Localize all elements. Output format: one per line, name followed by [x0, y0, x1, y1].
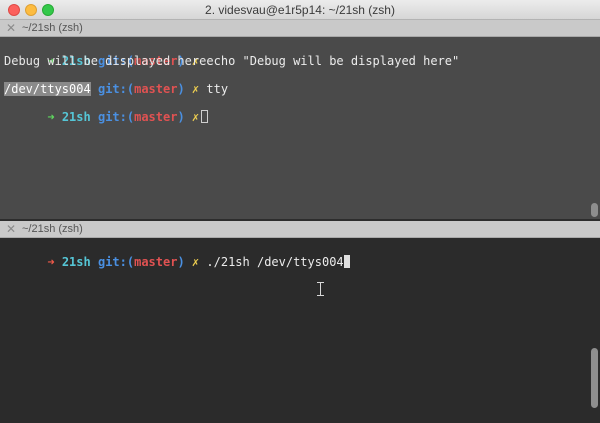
close-window-button[interactable]: [8, 4, 20, 16]
top-pane-tab[interactable]: ✕ ~/21sh (zsh): [0, 20, 600, 37]
prompt-git-close: ): [177, 255, 185, 269]
terminal-window: 2. videsvau@e1r5p14: ~/21sh (zsh) ✕ ~/21…: [0, 0, 600, 423]
prompt-line: ➜ 21sh git:(master) ✗ echo "Debug will b…: [4, 40, 459, 68]
inactive-cursor: [201, 110, 209, 123]
prompt-branch: master: [134, 82, 178, 96]
prompt-git-close: ): [177, 110, 185, 124]
prompt-line: ➜ 21sh git:(master) ✗: [4, 96, 209, 124]
minimize-window-button[interactable]: [25, 4, 37, 16]
selected-output-text[interactable]: /dev/ttys004: [4, 82, 91, 96]
prompt-arrow-icon: ➜: [47, 255, 55, 269]
prompt-git: git:(: [97, 110, 135, 124]
text-cursor-ibeam-icon: [317, 282, 324, 296]
dirty-mark-icon: ✗: [191, 110, 200, 124]
prompt-line: ➜ 21sh git:(master) ✗ ./21sh /dev/ttys00…: [4, 241, 350, 269]
top-pane-scrollbar[interactable]: [591, 203, 598, 217]
prompt-git: git:(: [97, 255, 135, 269]
prompt-dir: 21sh: [61, 110, 91, 124]
close-icon[interactable]: ✕: [6, 222, 16, 236]
bottom-terminal-pane[interactable]: ➜ 21sh git:(master) ✗ ./21sh /dev/ttys00…: [0, 238, 600, 423]
close-icon[interactable]: ✕: [6, 21, 16, 35]
command-text: tty: [206, 82, 229, 96]
window-title: 2. videsvau@e1r5p14: ~/21sh (zsh): [205, 3, 395, 17]
prompt-arrow-icon: ➜: [47, 110, 55, 124]
bottom-pane-scrollbar[interactable]: [591, 348, 598, 408]
top-pane-tab-label: ~/21sh (zsh): [22, 22, 83, 34]
command-text: ./21sh /dev/ttys004: [206, 255, 344, 269]
title-bar: 2. videsvau@e1r5p14: ~/21sh (zsh): [0, 0, 600, 20]
output-line: /dev/ttys004: [4, 82, 91, 96]
command-text: echo "Debug will be displayed here": [206, 54, 460, 68]
dirty-mark-icon: ✗: [191, 82, 200, 96]
dirty-mark-icon: ✗: [191, 255, 200, 269]
bottom-pane-tab[interactable]: ✕ ~/21sh (zsh): [0, 221, 600, 238]
bottom-pane-tab-label: ~/21sh (zsh): [22, 223, 83, 235]
active-cursor: [343, 255, 350, 268]
prompt-git-close: ): [177, 82, 185, 96]
zoom-window-button[interactable]: [42, 4, 54, 16]
output-line: Debug will be displayed here: [4, 54, 207, 68]
prompt-line: ➜ 21sh git:(master) ✗ tty: [4, 68, 228, 96]
prompt-dir: 21sh: [61, 255, 91, 269]
prompt-branch: master: [134, 255, 178, 269]
prompt-git: git:(: [97, 82, 135, 96]
top-terminal-pane[interactable]: ➜ 21sh git:(master) ✗ echo "Debug will b…: [0, 37, 600, 219]
prompt-branch: master: [134, 110, 178, 124]
